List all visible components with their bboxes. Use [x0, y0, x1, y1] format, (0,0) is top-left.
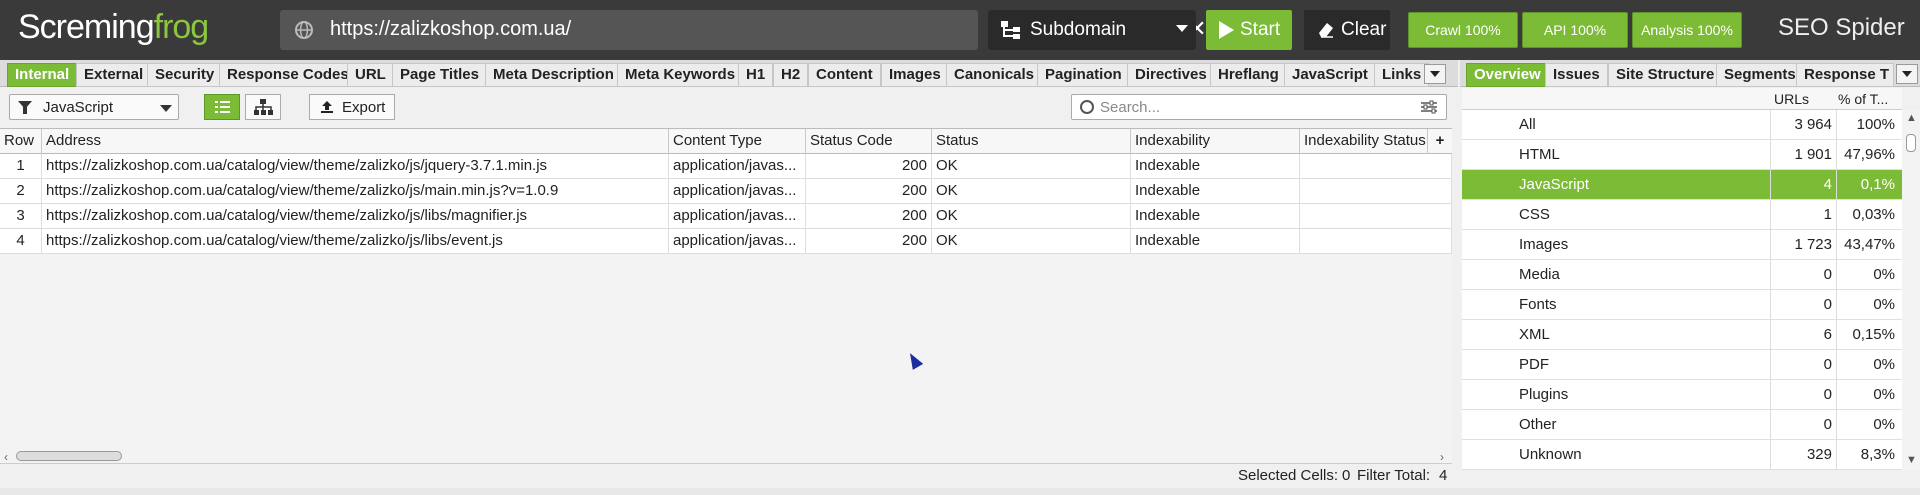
overview-row-plugins[interactable]: Plugins 0 0%: [1462, 380, 1902, 410]
table-row[interactable]: 3 https://zalizkoshop.com.ua/catalog/vie…: [0, 204, 1452, 229]
clear-button[interactable]: Clear: [1304, 10, 1390, 50]
play-icon: [1219, 21, 1234, 39]
filter-settings-icon[interactable]: [1420, 100, 1438, 114]
tab-response-codes[interactable]: Response Codes: [219, 63, 357, 87]
tab-h2[interactable]: H2: [773, 63, 809, 87]
overview-row-pdf[interactable]: PDF 0 0%: [1462, 350, 1902, 380]
overview-row-html[interactable]: HTML 1 901 47,96%: [1462, 140, 1902, 170]
export-button[interactable]: Export: [309, 94, 395, 120]
table-header: Row Address Content Type Status Code Sta…: [0, 129, 1452, 154]
globe-icon: [295, 21, 313, 39]
horizontal-scrollbar[interactable]: ‹ ›: [0, 449, 1452, 464]
scroll-left-icon[interactable]: ‹: [4, 450, 8, 464]
col-indexability-status[interactable]: Indexability Status: [1300, 129, 1428, 154]
col-status[interactable]: Status: [932, 129, 1131, 154]
selected-cells-count: 0: [1342, 467, 1351, 484]
product-name: SEO Spider: [1778, 14, 1905, 41]
tab-canonicals[interactable]: Canonicals: [946, 63, 1043, 87]
col-status-code[interactable]: Status Code: [806, 129, 932, 154]
table-row[interactable]: 4 https://zalizkoshop.com.ua/catalog/vie…: [0, 229, 1452, 254]
results-table: Row Address Content Type Status Code Sta…: [0, 128, 1452, 464]
tab-site-structure[interactable]: Site Structure: [1608, 63, 1723, 87]
tab-issues[interactable]: Issues: [1545, 63, 1608, 87]
overview-row-fonts[interactable]: Fonts 0 0%: [1462, 290, 1902, 320]
status-bar: Selected Cells: 0 Filter Total: 4: [0, 463, 1452, 487]
overview-row-css[interactable]: CSS 1 0,03%: [1462, 200, 1902, 230]
tab-meta-description[interactable]: Meta Description: [485, 63, 622, 87]
col-indexability[interactable]: Indexability: [1131, 129, 1300, 154]
table-toolbar: JavaScript Export: [0, 88, 1452, 126]
main-tab-bar: Internal External Security Response Code…: [0, 60, 1458, 87]
overview-row-other[interactable]: Other 0 0%: [1462, 410, 1902, 440]
filter-select[interactable]: JavaScript: [9, 94, 179, 120]
overview-vertical-scrollbar[interactable]: ▲ ▼: [1902, 110, 1920, 470]
bottom-edge: [0, 488, 1920, 495]
table-row[interactable]: 2 https://zalizkoshop.com.ua/catalog/vie…: [0, 179, 1452, 204]
tab-page-titles[interactable]: Page Titles: [392, 63, 487, 87]
upload-icon: [321, 101, 333, 113]
tree-view-button[interactable]: [245, 94, 281, 120]
overview-header: URLs % of T...: [1462, 88, 1902, 110]
tab-hreflang[interactable]: Hreflang: [1210, 63, 1287, 87]
tab-h1[interactable]: H1: [738, 63, 774, 87]
overview-row-images[interactable]: Images 1 723 43,47%: [1462, 230, 1902, 260]
crawl-progress: Crawl 100%: [1408, 12, 1518, 48]
scroll-down-icon[interactable]: ▼: [1906, 454, 1917, 466]
chevron-down-icon: [160, 105, 172, 112]
scroll-up-icon[interactable]: ▲: [1906, 112, 1917, 124]
add-column-icon[interactable]: +: [1428, 129, 1452, 154]
crawl-mode-select[interactable]: Subdomain: [988, 10, 1196, 50]
tree-icon: [254, 99, 273, 115]
tab-internal[interactable]: Internal: [7, 63, 78, 87]
tab-segments[interactable]: Segments: [1716, 63, 1804, 87]
table-row[interactable]: 1 https://zalizkoshop.com.ua/catalog/vie…: [0, 154, 1452, 179]
scroll-right-icon[interactable]: ›: [1440, 450, 1444, 464]
tab-images[interactable]: Images: [881, 63, 949, 87]
more-tabs-dropdown[interactable]: [1424, 64, 1446, 84]
app-logo: Scremingfrog: [18, 8, 209, 46]
overview-row-xml[interactable]: XML 6 0,15%: [1462, 320, 1902, 350]
top-bar: Scremingfrog https://zalizkoshop.com.ua/…: [0, 0, 1920, 60]
tab-security[interactable]: Security: [147, 63, 223, 87]
analysis-progress: Analysis 100%: [1632, 12, 1742, 48]
tab-external[interactable]: External: [76, 63, 152, 87]
eraser-icon: [1319, 23, 1333, 38]
tab-pagination[interactable]: Pagination: [1037, 63, 1130, 87]
search-input[interactable]: [1100, 98, 1400, 116]
scrollbar-thumb[interactable]: [1906, 134, 1916, 152]
url-input[interactable]: https://zalizkoshop.com.ua/ ✕: [280, 10, 1235, 50]
start-button[interactable]: Start: [1206, 10, 1292, 50]
chevron-down-icon: [1176, 25, 1188, 32]
tab-url[interactable]: URL: [347, 63, 394, 87]
more-side-tabs-dropdown[interactable]: [1896, 64, 1918, 84]
overview-row-all[interactable]: All 3 964 100%: [1462, 110, 1902, 140]
url-text[interactable]: https://zalizkoshop.com.ua/: [330, 18, 571, 41]
col-address[interactable]: Address: [42, 129, 669, 154]
tab-directives[interactable]: Directives: [1127, 63, 1215, 87]
tab-meta-keywords[interactable]: Meta Keywords: [617, 63, 744, 87]
overview-row-unknown[interactable]: Unknown 329 8,3%: [1462, 440, 1902, 470]
search-icon: [1080, 100, 1094, 114]
list-icon: [215, 101, 230, 113]
side-tab-bar: Overview Issues Site Structure Segments …: [1460, 60, 1920, 87]
list-view-button[interactable]: [204, 94, 240, 120]
filter-total-count: 4: [1439, 467, 1448, 484]
tab-content[interactable]: Content: [808, 63, 881, 87]
overview-row-media[interactable]: Media 0 0%: [1462, 260, 1902, 290]
tab-overview[interactable]: Overview: [1466, 63, 1549, 87]
tab-links[interactable]: Links: [1374, 63, 1430, 87]
scrollbar-thumb[interactable]: [16, 451, 122, 461]
col-content-type[interactable]: Content Type: [669, 129, 806, 154]
api-progress: API 100%: [1522, 12, 1628, 48]
tab-javascript[interactable]: JavaScript: [1284, 63, 1376, 87]
overview-row-javascript[interactable]: JavaScript 4 0,1%: [1462, 170, 1902, 200]
col-row[interactable]: Row: [0, 129, 42, 154]
search-field[interactable]: [1071, 94, 1447, 120]
crawl-mode-label: Subdomain: [1030, 19, 1127, 40]
subdomain-icon: [1001, 21, 1020, 39]
tab-response-times[interactable]: Response T: [1796, 63, 1894, 87]
